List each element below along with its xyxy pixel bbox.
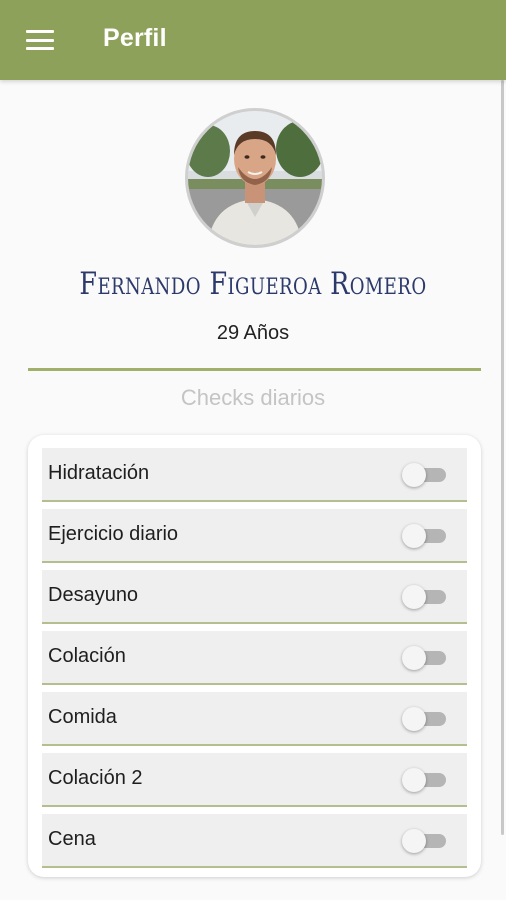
comida-toggle[interactable] xyxy=(402,707,448,731)
menu-line xyxy=(26,30,54,33)
section-divider xyxy=(28,368,481,371)
cena-toggle[interactable] xyxy=(402,829,448,853)
check-row-hidratacion[interactable]: Hidratación xyxy=(42,448,467,502)
check-label: Colación xyxy=(48,645,126,667)
check-label: Hidratación xyxy=(48,462,150,484)
toggle-thumb xyxy=(402,646,426,670)
app-bar: Perfil xyxy=(0,0,506,80)
profile-name: Fernando Figueroa Romero xyxy=(79,266,427,302)
check-row-colacion[interactable]: Colación xyxy=(42,631,467,685)
hamburger-menu-icon[interactable] xyxy=(24,26,56,54)
check-row-comida[interactable]: Comida xyxy=(42,692,467,746)
menu-line xyxy=(26,47,54,50)
profile-age: 29 Años xyxy=(216,322,290,344)
daily-checks-title: Checks diarios xyxy=(180,385,326,410)
check-row-desayuno[interactable]: Desayuno xyxy=(42,570,467,624)
hidratacion-toggle[interactable] xyxy=(402,463,448,487)
ejercicio-diario-toggle[interactable] xyxy=(402,524,448,548)
toggle-thumb xyxy=(402,585,426,609)
scrollbar[interactable] xyxy=(501,80,504,835)
profile-content[interactable]: Fernando Figueroa Romero 29 Años Checks … xyxy=(0,80,506,900)
check-label: Ejercicio diario xyxy=(48,523,179,545)
toggle-thumb xyxy=(402,524,426,548)
daily-checks-card: Hidratación Ejercicio diario Desayuno Co… xyxy=(28,435,481,877)
avatar xyxy=(185,108,325,248)
toggle-thumb xyxy=(402,707,426,731)
check-row-colacion-2[interactable]: Colación 2 xyxy=(42,753,467,807)
avatar-photo xyxy=(188,111,322,245)
toggle-thumb xyxy=(402,768,426,792)
toggle-thumb xyxy=(402,829,426,853)
colacion-toggle[interactable] xyxy=(402,646,448,670)
check-row-cena[interactable]: Cena xyxy=(42,814,467,868)
check-label: Cena xyxy=(48,828,96,850)
check-label: Colación 2 xyxy=(48,767,143,789)
toggle-thumb xyxy=(402,463,426,487)
page-title: Perfil xyxy=(103,24,167,52)
menu-line xyxy=(26,38,54,42)
check-row-ejercicio-diario[interactable]: Ejercicio diario xyxy=(42,509,467,563)
check-label: Desayuno xyxy=(48,584,139,606)
desayuno-toggle[interactable] xyxy=(402,585,448,609)
check-label: Comida xyxy=(48,706,117,728)
colacion-2-toggle[interactable] xyxy=(402,768,448,792)
